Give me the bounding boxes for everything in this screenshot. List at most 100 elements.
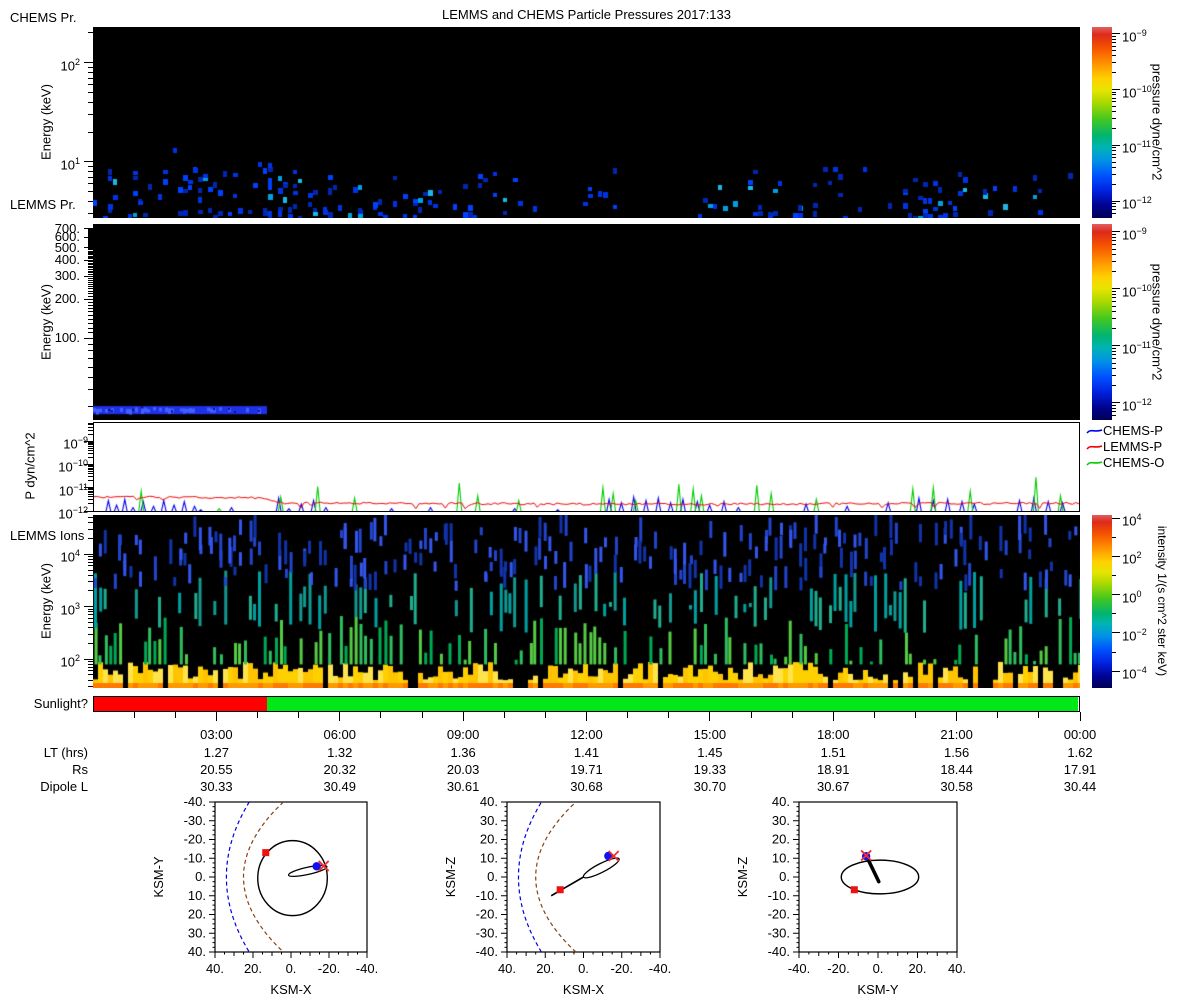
tick-mark	[1112, 231, 1120, 233]
orbit-petal-loop	[582, 857, 620, 879]
tick-mark	[88, 433, 93, 435]
panel3-ytick-label: 10−12	[58, 505, 88, 522]
rs-value: 18.44	[940, 762, 973, 777]
colorbar-tick-label: 10−10	[1122, 83, 1152, 100]
time-tick-label: 09:00	[446, 727, 480, 742]
tick-mark	[88, 499, 93, 501]
tick-mark	[88, 441, 93, 443]
lt-value: 1.27	[203, 745, 230, 760]
tick-mark	[1112, 248, 1116, 250]
tick-mark	[1112, 213, 1116, 215]
tick-mark	[1112, 200, 1120, 202]
tick-mark	[84, 275, 93, 277]
tick-mark	[84, 337, 93, 339]
tick-mark	[1112, 254, 1116, 256]
tick-mark	[88, 270, 93, 272]
tick-mark	[88, 183, 93, 185]
orbit-ytick-label: -20.	[184, 832, 206, 847]
colorbar-tick-label: 104	[1122, 512, 1142, 529]
colorbar-tick-label: 10−2	[1122, 626, 1147, 644]
tick-mark	[88, 264, 93, 266]
tick-mark	[1112, 293, 1116, 295]
tick-mark	[88, 670, 93, 672]
orbit-xtick-label: -20.	[318, 961, 340, 976]
tick-mark	[88, 467, 93, 469]
tick-mark	[84, 658, 93, 660]
orbit-ytick-label: -10.	[184, 850, 206, 865]
panel3-ytick-label: 10−10	[58, 458, 88, 475]
tick-mark	[1112, 613, 1116, 615]
tick-mark	[1112, 362, 1116, 364]
lt-value: 1.36	[450, 745, 476, 760]
tick-mark	[1112, 62, 1116, 64]
tick-mark	[88, 405, 93, 407]
tick-mark	[84, 606, 93, 608]
tick-mark	[1112, 41, 1116, 43]
tick-mark	[88, 480, 93, 482]
colorbar-tick-label: 10−11	[1122, 339, 1152, 357]
tick-mark	[1112, 311, 1116, 313]
tick-mark	[1112, 651, 1116, 653]
tick-mark	[88, 84, 93, 86]
tick-mark	[84, 161, 93, 163]
orbit-xtick-label: 20.	[244, 961, 262, 976]
lemms-ions-spectrogram	[93, 515, 1080, 688]
orbit-ytick-label: 0.	[487, 869, 498, 884]
legend-label: CHEMS-O	[1103, 455, 1165, 470]
tick-mark	[88, 447, 93, 449]
tick-mark	[1112, 368, 1116, 370]
tick-mark	[88, 661, 93, 663]
tick-mark	[88, 590, 93, 592]
legend-item: CHEMS-P	[1086, 423, 1163, 439]
tick-mark	[88, 288, 93, 290]
orbit-ytick-label: -10.	[476, 888, 498, 903]
rs-value: 20.03	[446, 762, 480, 777]
tick-mark	[88, 569, 93, 571]
tick-mark	[1112, 594, 1120, 596]
tick-mark	[88, 268, 93, 270]
tick-mark	[88, 449, 93, 451]
tick-mark	[257, 712, 258, 718]
tick-mark	[88, 253, 93, 255]
tick-mark	[88, 279, 93, 281]
tick-mark	[88, 234, 93, 236]
orbit-ytick-label: -40.	[768, 944, 790, 959]
tick-mark	[380, 712, 382, 718]
panel1-energy-axis-label: Energy (keV)	[38, 84, 54, 160]
orbit-xaxis-title: KSM-X	[270, 982, 312, 997]
orbit-ytick-label: 40.	[188, 944, 206, 959]
panel2-name-label: LEMMS Pr.	[10, 197, 76, 212]
tick-mark	[1112, 402, 1120, 404]
tick-mark	[1112, 405, 1116, 406]
sunlight-shadow-segment	[94, 697, 267, 711]
panel1-name-label: CHEMS Pr.	[10, 10, 77, 25]
tick-mark	[1112, 244, 1116, 246]
tick-mark	[88, 679, 93, 681]
tick-mark	[1112, 89, 1120, 91]
orbit-ytick-label: 30.	[188, 925, 206, 940]
tick-mark	[1112, 261, 1116, 263]
orbit-yaxis-title: KSM-Y	[151, 856, 166, 898]
bow-shock-curve	[517, 802, 542, 952]
tick-mark	[88, 465, 93, 466]
magnetopause-corner-arcs	[767, 792, 988, 988]
tick-mark	[88, 522, 93, 524]
tick-mark	[88, 332, 93, 334]
tick-mark	[1112, 350, 1116, 352]
tick-mark	[88, 565, 93, 567]
tick-mark	[88, 442, 93, 444]
orbit-ytick-label: 30.	[772, 813, 790, 828]
tick-mark	[88, 470, 93, 472]
orbit-ytick-label: 40.	[480, 794, 498, 809]
orbit-ytick-label: 10.	[772, 850, 790, 865]
tick-mark	[88, 241, 93, 243]
tick-mark	[88, 538, 93, 540]
tick-mark	[1112, 271, 1116, 273]
tick-mark	[298, 712, 300, 718]
tick-mark	[1079, 712, 1081, 721]
panel3-ytick-label: 10−11	[58, 481, 88, 499]
legend-label: LEMMS-P	[1103, 439, 1163, 454]
rs-value: 18.91	[816, 762, 850, 777]
tick-mark	[88, 274, 93, 276]
lt-value: 1.51	[820, 745, 846, 760]
